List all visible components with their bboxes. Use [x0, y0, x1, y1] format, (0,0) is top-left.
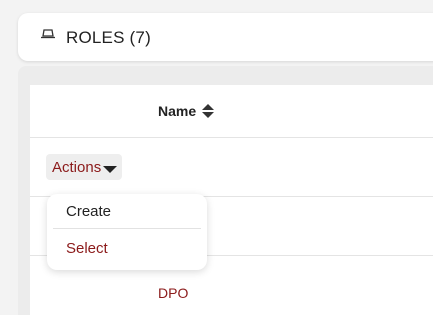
page: ROLES (7) Name Actions DPO Create Select [0, 0, 433, 315]
menu-item-select[interactable]: Select [53, 231, 201, 265]
actions-label: Actions [52, 158, 102, 176]
hat-icon [40, 27, 56, 39]
menu-item-create[interactable]: Create [53, 195, 201, 229]
actions-button[interactable]: Actions [46, 154, 123, 180]
table-row-actions: Actions [30, 138, 433, 197]
caret-down-icon [103, 165, 118, 173]
column-header-name[interactable]: Name [158, 103, 215, 119]
sort-icon[interactable] [201, 103, 215, 119]
table-header: Name [30, 85, 433, 138]
role-name-link[interactable]: DPO [158, 285, 188, 301]
page-title: ROLES (7) [66, 28, 151, 47]
roles-header-card: ROLES (7) [18, 13, 433, 61]
actions-dropdown-menu: Create Select [47, 194, 207, 270]
column-header-label: Name [158, 103, 197, 119]
